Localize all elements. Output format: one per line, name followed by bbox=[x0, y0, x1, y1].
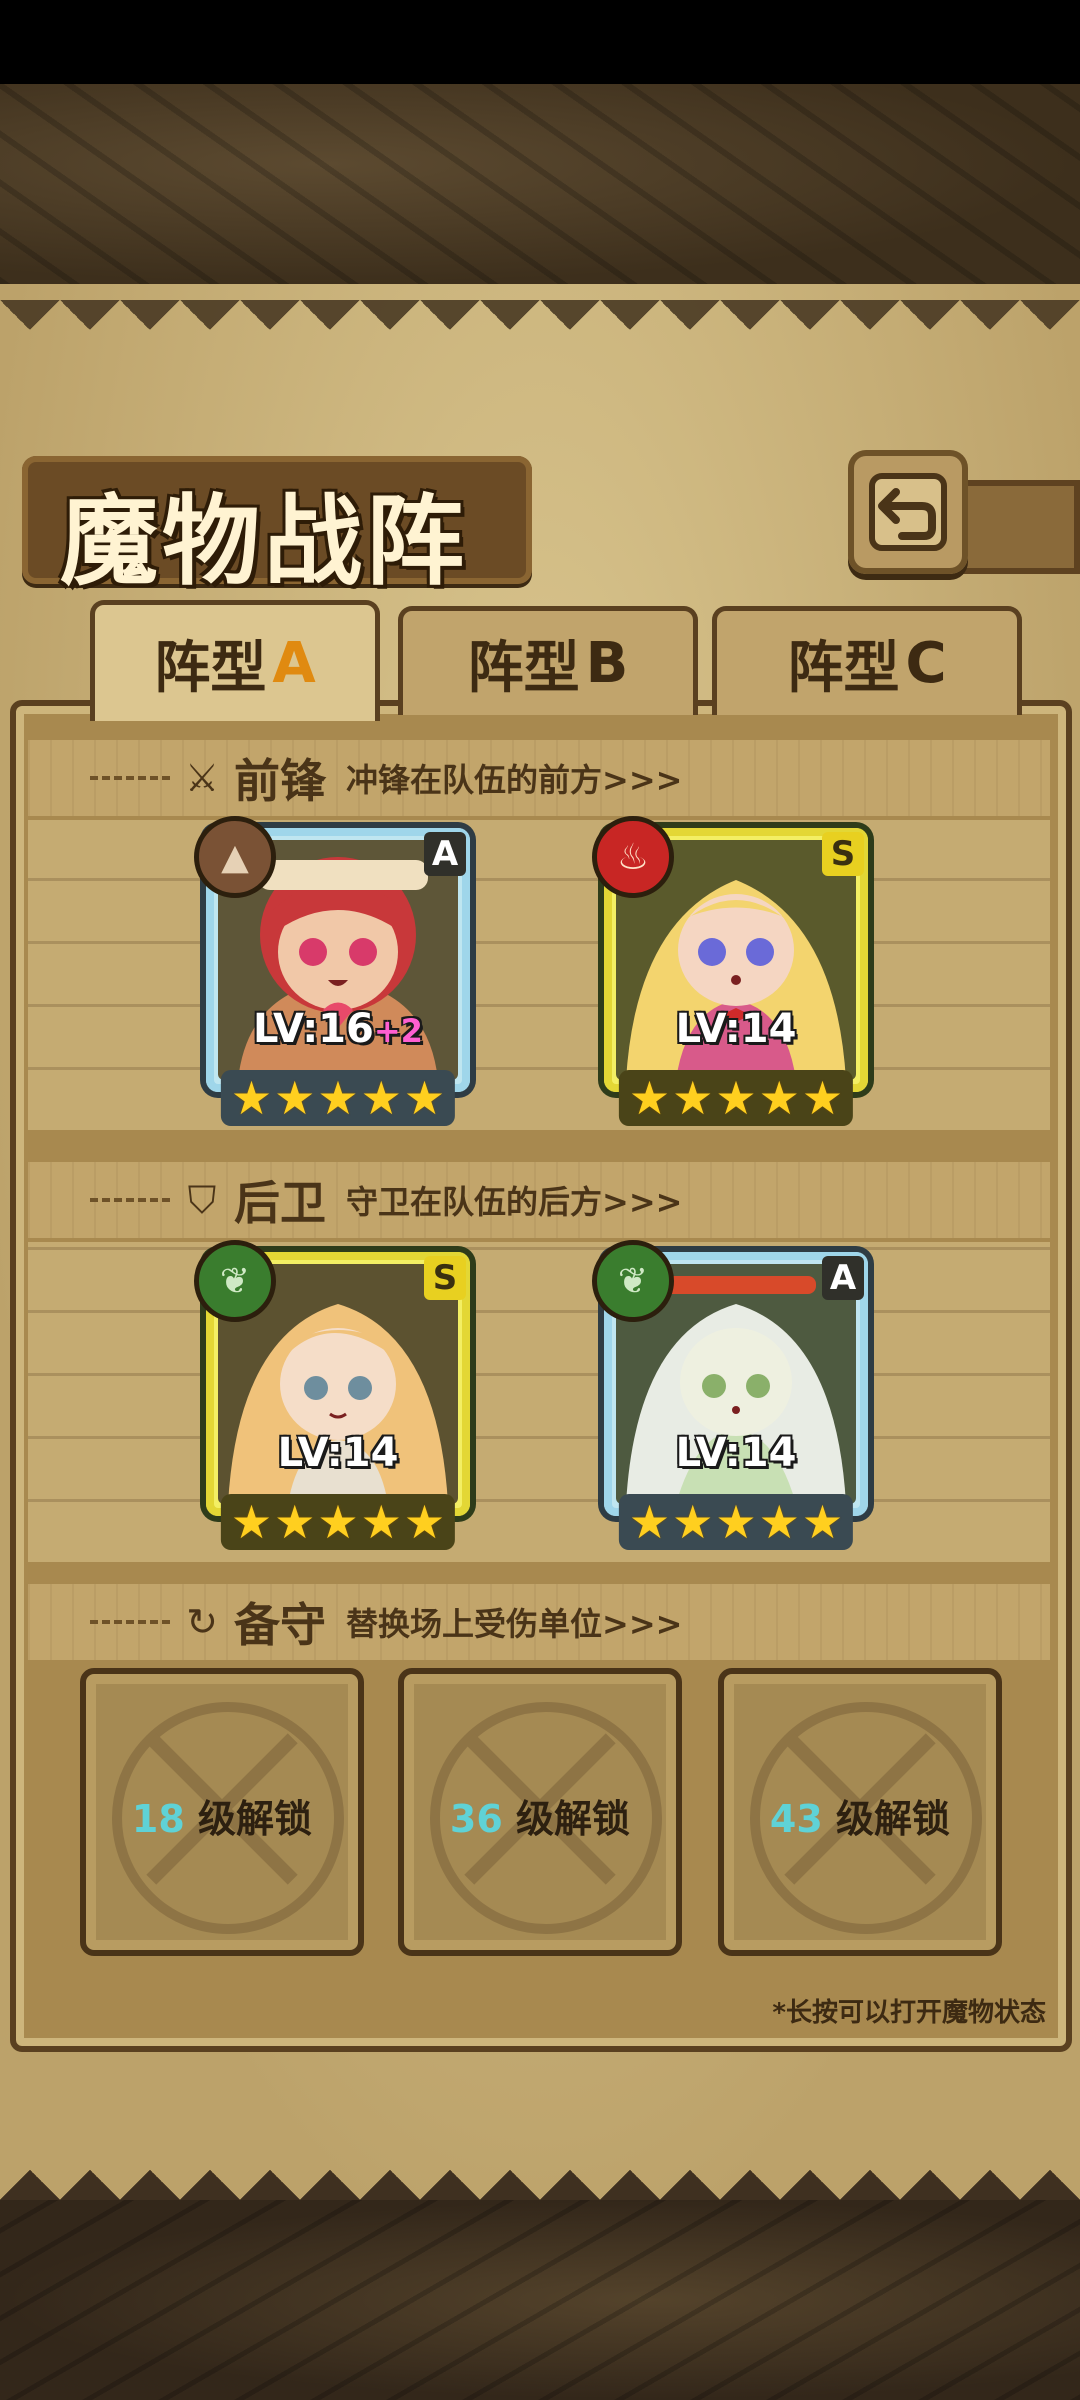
tab-letter: B bbox=[585, 630, 629, 696]
return-arrow-icon bbox=[869, 473, 947, 551]
unlock-requirement: 18 级解锁 bbox=[86, 1788, 358, 1843]
map-background-bottom bbox=[0, 2200, 1080, 2400]
reserve-slot-2[interactable]: 36 级解锁 bbox=[398, 1668, 682, 1956]
star-rating: ★ ★ ★ ★ ★ bbox=[618, 1070, 854, 1126]
back-button[interactable] bbox=[848, 450, 968, 574]
star-rating: ★ ★ ★ ★ ★ bbox=[618, 1494, 854, 1550]
reserve-slot-1[interactable]: 18 级解锁 bbox=[80, 1668, 364, 1956]
level-value: LV:14 bbox=[675, 1430, 797, 1476]
star-icon: ★ bbox=[403, 1495, 446, 1549]
section-header-front: ⚔ 前锋 冲锋在队伍的前方>>> bbox=[90, 748, 682, 808]
star-icon: ★ bbox=[317, 1071, 359, 1125]
section-header-reserve: ↻ 备守 替换场上受伤单位>>> bbox=[90, 1592, 682, 1652]
level-bonus: +2 bbox=[373, 1012, 423, 1050]
star-rating: ★ ★ ★ ★ ★ bbox=[220, 1494, 456, 1550]
divider bbox=[90, 1198, 170, 1202]
tab-label: 阵型 bbox=[787, 635, 900, 701]
level-label: LV:14 bbox=[206, 1430, 470, 1476]
rank-badge: S bbox=[822, 832, 864, 876]
swap-icon: ↻ bbox=[186, 1600, 218, 1644]
reserve-slot-3[interactable]: 43 级解锁 bbox=[718, 1668, 1002, 1956]
earth-element-icon: ▲ bbox=[194, 816, 276, 898]
monster-card-back-2[interactable]: ❦ A LV:14 ★ ★ ★ ★ ★ bbox=[592, 1240, 868, 1550]
divider bbox=[90, 1620, 170, 1624]
star-icon: ★ bbox=[317, 1495, 359, 1549]
unlock-label: 级解锁 bbox=[516, 1797, 631, 1841]
star-icon: ★ bbox=[230, 1071, 273, 1125]
star-icon: ★ bbox=[715, 1495, 757, 1549]
page-title: 魔物战阵 bbox=[60, 485, 469, 599]
unlock-requirement: 36 级解锁 bbox=[404, 1788, 676, 1843]
formation-tabs: 阵型 A 阵型 B 阵型 C bbox=[20, 600, 1060, 721]
star-icon: ★ bbox=[360, 1495, 402, 1549]
star-icon: ★ bbox=[758, 1071, 800, 1125]
tab-formation-b[interactable]: 阵型 B bbox=[398, 606, 698, 715]
back-row-band bbox=[28, 1242, 1050, 1562]
level-label: LV:16+2 bbox=[206, 1006, 470, 1052]
unlock-label: 级解锁 bbox=[198, 1797, 313, 1841]
rank-badge: S bbox=[424, 1256, 466, 1300]
unlock-level: 43 bbox=[769, 1797, 823, 1841]
divider bbox=[90, 776, 170, 780]
section-description: 守卫在队伍的后方>>> bbox=[346, 1183, 683, 1221]
tab-formation-a[interactable]: 阵型 A bbox=[90, 600, 380, 721]
star-icon: ★ bbox=[230, 1495, 273, 1549]
star-icon: ★ bbox=[628, 1495, 671, 1549]
front-row-band bbox=[28, 820, 1050, 1130]
sword-icon: ⚔ bbox=[184, 756, 220, 800]
star-icon: ★ bbox=[403, 1071, 446, 1125]
tab-letter: C bbox=[905, 630, 947, 696]
section-title: 后卫 bbox=[234, 1176, 326, 1230]
leaf-element-icon: ❦ bbox=[194, 1240, 276, 1322]
rank-badge: A bbox=[822, 1256, 864, 1300]
level-value: LV:16 bbox=[253, 1006, 374, 1052]
rank-badge: A bbox=[424, 832, 466, 876]
back-button-strip bbox=[960, 480, 1080, 574]
section-header-back: ⛉ 后卫 守卫在队伍的后方>>> bbox=[90, 1170, 682, 1230]
star-icon: ★ bbox=[628, 1071, 671, 1125]
unlock-requirement: 43 级解锁 bbox=[724, 1788, 996, 1843]
leaf-element-icon: ❦ bbox=[592, 1240, 674, 1322]
torn-edge-top bbox=[0, 300, 1080, 360]
section-description: 替换场上受伤单位>>> bbox=[346, 1605, 683, 1643]
section-title: 备守 bbox=[234, 1598, 326, 1652]
level-label: LV:14 bbox=[604, 1430, 868, 1476]
map-background-top bbox=[0, 84, 1080, 284]
level-label: LV:14 bbox=[604, 1006, 868, 1052]
tab-formation-c[interactable]: 阵型 C bbox=[712, 606, 1022, 715]
monster-card-front-1[interactable]: ▲ A LV:16+2 ★ ★ ★ ★ ★ bbox=[194, 816, 470, 1126]
fire-element-icon: ♨ bbox=[592, 816, 674, 898]
star-icon: ★ bbox=[274, 1495, 316, 1549]
level-value: LV:14 bbox=[675, 1006, 797, 1052]
star-icon: ★ bbox=[274, 1071, 316, 1125]
star-rating: ★ ★ ★ ★ ★ bbox=[220, 1070, 456, 1126]
star-icon: ★ bbox=[672, 1071, 714, 1125]
unlock-label: 级解锁 bbox=[836, 1797, 951, 1841]
star-icon: ★ bbox=[360, 1071, 402, 1125]
status-bar bbox=[0, 0, 1080, 84]
tab-label: 阵型 bbox=[467, 635, 580, 701]
section-title: 前锋 bbox=[234, 754, 326, 808]
star-icon: ★ bbox=[801, 1071, 844, 1125]
hint-text: *长按可以打开魔物状态 bbox=[772, 1998, 1046, 2028]
level-value: LV:14 bbox=[277, 1430, 399, 1476]
section-description: 冲锋在队伍的前方>>> bbox=[346, 761, 683, 799]
tab-letter: A bbox=[272, 630, 316, 696]
shield-icon: ⛉ bbox=[187, 1178, 217, 1222]
star-icon: ★ bbox=[672, 1495, 714, 1549]
unlock-level: 36 bbox=[449, 1797, 503, 1841]
unlock-level: 18 bbox=[131, 1797, 185, 1841]
star-icon: ★ bbox=[801, 1495, 844, 1549]
tab-label: 阵型 bbox=[154, 635, 267, 701]
star-icon: ★ bbox=[715, 1071, 757, 1125]
torn-edge-bottom bbox=[0, 2140, 1080, 2200]
monster-card-back-1[interactable]: ❦ S LV:14 ★ ★ ★ ★ ★ bbox=[194, 1240, 470, 1550]
star-icon: ★ bbox=[758, 1495, 800, 1549]
monster-card-front-2[interactable]: ♨ S LV:14 ★ ★ ★ ★ ★ bbox=[592, 816, 868, 1126]
